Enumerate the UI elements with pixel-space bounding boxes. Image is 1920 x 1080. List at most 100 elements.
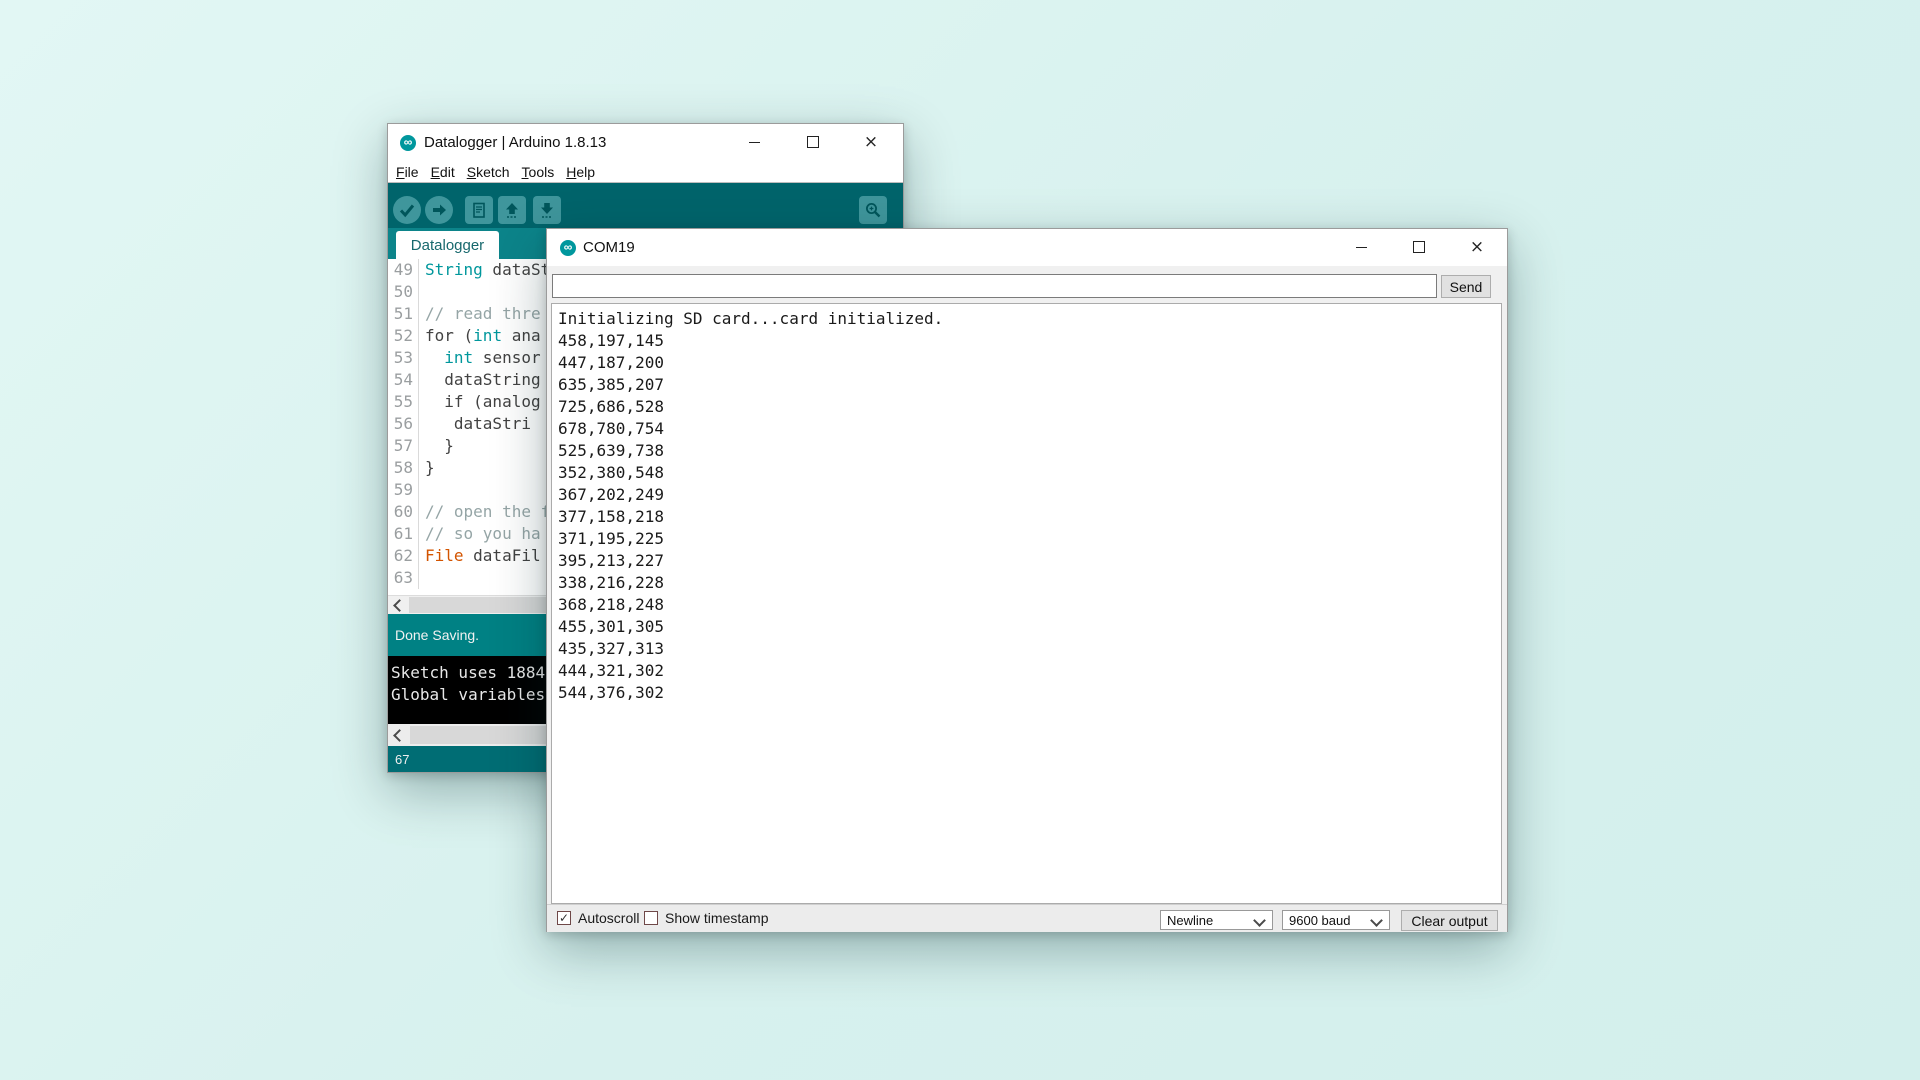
serial-output-line: 338,216,228: [558, 572, 1501, 594]
code-text: dataString: [419, 369, 541, 391]
serial-output-line: 368,218,248: [558, 594, 1501, 616]
code-text: dataStri: [419, 413, 531, 435]
code-text: if (analog: [419, 391, 541, 413]
serial-controls-bar: ✓ Autoscroll Show timestamp Newline 9600…: [547, 904, 1507, 932]
line-number: 54: [388, 369, 419, 391]
serial-output-line: 435,327,313: [558, 638, 1501, 660]
line-number: 51: [388, 303, 419, 325]
clear-output-label: Clear output: [1411, 913, 1487, 929]
ide-minimize-button[interactable]: [730, 124, 778, 160]
serial-minimize-button[interactable]: [1337, 229, 1385, 265]
save-button[interactable]: [533, 196, 561, 224]
line-number: 56: [388, 413, 419, 435]
line-number: 63: [388, 567, 419, 589]
line-number: 62: [388, 545, 419, 567]
code-text: // read thre: [419, 303, 541, 325]
line-number: 49: [388, 259, 419, 281]
baud-rate-select[interactable]: 9600 baud: [1282, 910, 1390, 930]
menu-item-tools[interactable]: Tools: [516, 164, 561, 180]
code-text: for (int ana: [419, 325, 541, 347]
line-number: 59: [388, 479, 419, 501]
serial-output-line: 377,158,218: [558, 506, 1501, 528]
arrow-up-icon: [502, 200, 522, 220]
code-text: }: [419, 435, 454, 457]
baud-rate-value: 9600 baud: [1289, 913, 1350, 928]
line-number: 61: [388, 523, 419, 545]
menu-item-sketch[interactable]: Sketch: [461, 164, 516, 180]
open-button[interactable]: [498, 196, 526, 224]
serial-output-line: 447,187,200: [558, 352, 1501, 374]
serial-output-line: 444,321,302: [558, 660, 1501, 682]
serial-maximize-button[interactable]: [1395, 229, 1443, 265]
document-icon: [469, 200, 489, 220]
chevron-down-icon: [1253, 914, 1266, 927]
line-ending-value: Newline: [1167, 913, 1213, 928]
status-message: Done Saving.: [395, 627, 479, 643]
code-text: [419, 479, 425, 501]
ide-toolbar: [388, 183, 903, 228]
menu-bar: FileEditSketchToolsHelp: [388, 161, 903, 183]
serial-output-line: 371,195,225: [558, 528, 1501, 550]
show-timestamp-checkbox[interactable]: [644, 911, 658, 925]
code-text: int sensor: [419, 347, 541, 369]
footer-line-number: 67: [395, 752, 409, 767]
clear-output-button[interactable]: Clear output: [1401, 910, 1498, 931]
ide-title-bar[interactable]: ∞ Datalogger | Arduino 1.8.13 ×: [388, 124, 903, 161]
send-button[interactable]: Send: [1441, 275, 1491, 298]
line-number: 53: [388, 347, 419, 369]
maximize-icon: [807, 136, 819, 148]
minimize-icon: [1356, 247, 1367, 248]
minimize-icon: [749, 142, 760, 143]
tab-datalogger[interactable]: Datalogger: [396, 231, 499, 259]
upload-button[interactable]: [425, 196, 453, 224]
check-icon: [397, 200, 417, 220]
arrow-right-icon: [429, 200, 449, 220]
menu-item-edit[interactable]: Edit: [425, 164, 461, 180]
tab-label: Datalogger: [411, 237, 484, 254]
scroll-left-button[interactable]: [388, 724, 407, 746]
new-sketch-button[interactable]: [465, 196, 493, 224]
serial-output-line: 544,376,302: [558, 682, 1501, 704]
arrow-down-icon: [537, 200, 557, 220]
serial-output-line: 367,202,249: [558, 484, 1501, 506]
line-ending-select[interactable]: Newline: [1160, 910, 1273, 930]
send-button-label: Send: [1450, 279, 1483, 295]
scroll-left-button[interactable]: [388, 596, 407, 614]
code-text: File dataFil: [419, 545, 541, 567]
verify-button[interactable]: [393, 196, 421, 224]
close-icon: ×: [1470, 229, 1484, 265]
chevron-left-icon: [393, 729, 406, 742]
show-timestamp-label: Show timestamp: [665, 905, 768, 932]
serial-output-line: 395,213,227: [558, 550, 1501, 572]
serial-output[interactable]: Initializing SD card...card initialized.…: [551, 303, 1502, 904]
serial-output-line: 458,197,145: [558, 330, 1501, 352]
code-text: String dataSt: [419, 259, 550, 281]
code-text: }: [419, 457, 435, 479]
ide-maximize-button[interactable]: [789, 124, 837, 160]
serial-content-area: Send Initializing SD card...card initial…: [547, 266, 1507, 931]
chevron-left-icon: [393, 599, 406, 612]
arduino-logo-icon: ∞: [400, 135, 416, 151]
code-text: [419, 281, 425, 303]
serial-output-line: 352,380,548: [558, 462, 1501, 484]
chevron-down-icon: [1370, 914, 1383, 927]
serial-close-button[interactable]: ×: [1453, 229, 1501, 265]
desktop-background: ∞ Datalogger | Arduino 1.8.13 × FileEdit…: [0, 0, 1920, 1080]
maximize-icon: [1413, 241, 1425, 253]
code-text: // so you ha: [419, 523, 541, 545]
serial-output-line: 455,301,305: [558, 616, 1501, 638]
menu-item-help[interactable]: Help: [560, 164, 601, 180]
autoscroll-checkbox[interactable]: ✓: [557, 911, 571, 925]
ide-close-button[interactable]: ×: [847, 124, 895, 160]
code-text: [419, 567, 425, 589]
menu-item-file[interactable]: File: [390, 164, 425, 180]
serial-output-line: 678,780,754: [558, 418, 1501, 440]
serial-window-title: COM19: [583, 229, 635, 266]
serial-output-line: Initializing SD card...card initialized.: [558, 308, 1501, 330]
code-text: // open the f: [419, 501, 550, 523]
serial-title-bar[interactable]: ∞ COM19 ×: [547, 229, 1507, 266]
serial-monitor-button[interactable]: [859, 196, 887, 224]
arduino-logo-icon: ∞: [560, 240, 576, 256]
serial-input[interactable]: [552, 274, 1437, 298]
autoscroll-label: Autoscroll: [578, 905, 639, 932]
